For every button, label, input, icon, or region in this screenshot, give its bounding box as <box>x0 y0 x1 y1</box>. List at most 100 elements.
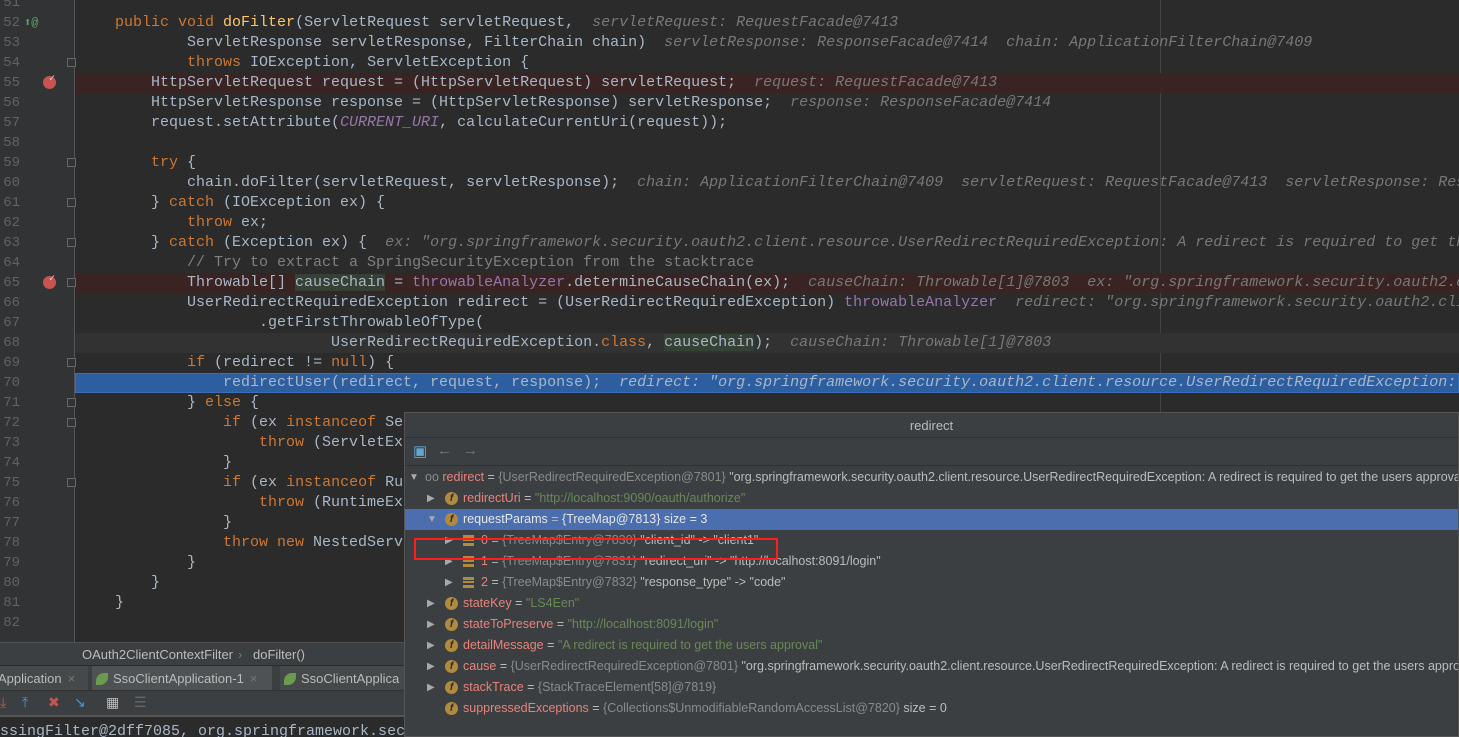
line-number[interactable]: 82 <box>0 613 20 633</box>
back-arrow-icon[interactable]: ← <box>437 442 452 459</box>
step-out-icon[interactable]: ⤒ <box>22 694 28 711</box>
line-number[interactable]: 78 <box>0 533 20 553</box>
drop-frame-icon[interactable]: ✖ <box>48 694 60 711</box>
fold-icon[interactable] <box>67 278 76 287</box>
expand-arrow-icon[interactable]: ▶ <box>445 572 453 593</box>
line-number[interactable]: 74 <box>0 453 20 473</box>
line-number[interactable]: 64 <box>0 253 20 273</box>
code-line[interactable]: 68 UserRedirectRequiredException.class, … <box>0 333 1459 353</box>
tree-row[interactable]: ▼ f requestParams = {TreeMap@7813} size = … <box>405 509 1458 530</box>
code-line[interactable]: 60 chain.doFilter(servletRequest, servle… <box>0 173 1459 193</box>
fold-icon[interactable] <box>67 398 76 407</box>
code-line[interactable]: 71 } else { <box>0 393 1459 413</box>
fold-icon[interactable] <box>67 478 76 487</box>
line-number[interactable]: 79 <box>0 553 20 573</box>
code-line[interactable]: 57 request.setAttribute(CURRENT_URI, cal… <box>0 113 1459 133</box>
line-number[interactable]: 75 <box>0 473 20 493</box>
tree-row[interactable]: ▶ f stateToPreserve = "http://localhost:80… <box>405 614 1458 635</box>
collapse-arrow-icon[interactable]: ▼ <box>427 509 437 530</box>
expand-arrow-icon[interactable]: ▶ <box>427 593 435 614</box>
line-number[interactable]: 61 <box>0 193 20 213</box>
tree-row[interactable]: ▶ 2 = {TreeMap$Entry@7832} "response_type… <box>405 572 1458 593</box>
code-line[interactable]: 54 throws IOException, ServletException … <box>0 53 1459 73</box>
fold-icon[interactable] <box>67 198 76 207</box>
code-line[interactable]: 70 redirectUser(redirect, request, respo… <box>0 373 1459 393</box>
close-icon[interactable]: × <box>250 671 258 686</box>
code-line[interactable]: 51 <box>0 0 1459 13</box>
line-number[interactable]: 66 <box>0 293 20 313</box>
line-number[interactable]: 58 <box>0 133 20 153</box>
expand-arrow-icon[interactable]: ▶ <box>427 656 435 677</box>
line-number[interactable]: 56 <box>0 93 20 113</box>
collapse-arrow-icon[interactable]: ▼ <box>409 467 419 488</box>
line-number[interactable]: 81 <box>0 593 20 613</box>
line-number[interactable]: 72 <box>0 413 20 433</box>
line-number[interactable]: 77 <box>0 513 20 533</box>
fold-icon[interactable] <box>67 158 76 167</box>
line-number[interactable]: 65 <box>0 273 20 293</box>
trace-icon[interactable]: ☰ <box>134 694 147 711</box>
line-number[interactable]: 73 <box>0 433 20 453</box>
fold-icon[interactable] <box>67 58 76 67</box>
line-number[interactable]: 54 <box>0 53 20 73</box>
fold-icon[interactable] <box>67 358 76 367</box>
forward-arrow-icon[interactable]: → <box>463 442 478 459</box>
code-line[interactable]: 59 try { <box>0 153 1459 173</box>
breadcrumb-method[interactable]: doFilter() <box>253 647 305 662</box>
code-line[interactable]: 67 .getFirstThrowableOfType( <box>0 313 1459 333</box>
code-line[interactable]: 66 UserRedirectRequiredException redirec… <box>0 293 1459 313</box>
breakpoint-icon[interactable] <box>43 70 56 90</box>
line-number[interactable]: 57 <box>0 113 20 133</box>
tree-row[interactable]: ▶ f cause = {UserRedirectRequiredException… <box>405 656 1458 677</box>
code-line[interactable]: 56 HttpServletResponse response = (HttpS… <box>0 93 1459 113</box>
code-line[interactable]: 64 // Try to extract a SpringSecurityExc… <box>0 253 1459 273</box>
close-icon[interactable]: × <box>68 671 76 686</box>
line-number[interactable]: 53 <box>0 33 20 53</box>
tree-row[interactable]: ▶ f redirectUri = "http://localhost:9090/o… <box>405 488 1458 509</box>
run-to-cursor-icon[interactable]: ↘ <box>74 694 86 711</box>
code-line[interactable]: 61 } catch (IOException ex) { <box>0 193 1459 213</box>
line-number[interactable]: 60 <box>0 173 20 193</box>
tab-ssoclientapplication[interactable]: SsoClientApplica <box>280 666 410 691</box>
line-number[interactable]: 63 <box>0 233 20 253</box>
variable-inspector-popup[interactable]: redirect ▣ ← → ▼ oo redirect = {UserRedi… <box>404 412 1459 737</box>
code-line[interactable]: 58 <box>0 133 1459 153</box>
tree-row[interactable]: f suppressedExceptions = {Collections$Unm… <box>405 698 1458 719</box>
tree-root-row[interactable]: ▼ oo redirect = {UserRedirectRequiredExc… <box>405 467 1458 488</box>
evaluate-expression-icon[interactable]: ▦ <box>106 694 119 711</box>
breakpoint-icon[interactable] <box>43 270 56 290</box>
line-number[interactable]: 62 <box>0 213 20 233</box>
expand-arrow-icon[interactable]: ▶ <box>427 677 435 698</box>
tree-row[interactable]: ▶ f stackTrace = {StackTraceElement[58]@78… <box>405 677 1458 698</box>
breadcrumb-class[interactable]: OAuth2ClientContextFilter <box>82 647 233 662</box>
line-number[interactable]: 70 <box>0 373 20 393</box>
override-icon[interactable]: ⬆@ <box>24 13 38 33</box>
code-line[interactable]: 53 ServletResponse servletResponse, Filt… <box>0 33 1459 53</box>
code-line[interactable]: 63 } catch (Exception ex) { ex: "org.spr… <box>0 233 1459 253</box>
fold-icon[interactable] <box>67 238 76 247</box>
line-number[interactable]: 52 <box>0 13 20 33</box>
expand-arrow-icon[interactable]: ▶ <box>427 614 435 635</box>
code-line[interactable]: 52 ⬆@ public void doFilter(ServletRequest… <box>0 13 1459 33</box>
expand-arrow-icon[interactable]: ▶ <box>427 488 435 509</box>
tree-row[interactable]: ▶ f detailMessage = "A redirect is require… <box>405 635 1458 656</box>
line-number[interactable]: 80 <box>0 573 20 593</box>
fold-icon[interactable] <box>67 418 76 427</box>
tab-application[interactable]: Application × <box>0 666 88 691</box>
watch-icon[interactable]: ▣ <box>413 442 427 460</box>
code-line[interactable]: 62 throw ex; <box>0 213 1459 233</box>
code-line[interactable]: 65 Throwable[] causeChain = throwableAna… <box>0 270 1459 293</box>
tab-ssoclientapplication-1[interactable]: SsoClientApplication-1 × <box>92 666 272 691</box>
line-number[interactable]: 69 <box>0 353 20 373</box>
step-into-icon[interactable]: ⤓ <box>0 694 6 711</box>
line-number[interactable]: 76 <box>0 493 20 513</box>
line-number[interactable]: 71 <box>0 393 20 413</box>
code-line[interactable]: 69 if (redirect != null) { <box>0 353 1459 373</box>
line-number[interactable]: 55 <box>0 73 20 93</box>
popup-title[interactable]: redirect <box>405 413 1458 438</box>
tree-row[interactable]: ▶ f stateKey = "LS4Een" <box>405 593 1458 614</box>
line-number[interactable]: 68 <box>0 333 20 353</box>
line-number[interactable]: 59 <box>0 153 20 173</box>
code-line[interactable]: 55 HttpServletRequest request = (HttpSer… <box>0 70 1459 93</box>
line-number[interactable]: 51 <box>0 0 20 13</box>
